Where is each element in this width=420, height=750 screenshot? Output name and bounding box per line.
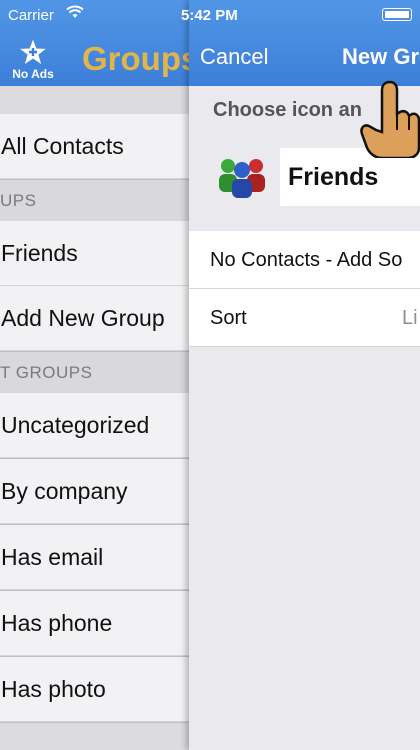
list-item[interactable]: Uncategorized [0, 393, 190, 458]
add-contacts-row[interactable]: No Contacts - Add So [189, 231, 420, 289]
spacer [0, 723, 190, 750]
tap-hand-icon [360, 78, 420, 163]
star-icon [20, 39, 46, 64]
list-item-friends[interactable]: Friends [0, 221, 190, 286]
sort-row[interactable]: Sort Li [189, 289, 420, 347]
list-item[interactable]: Has email [0, 525, 190, 590]
no-ads-label: No Ads [12, 67, 54, 81]
wifi-icon [66, 5, 84, 23]
page-title: Groups [82, 40, 200, 77]
cancel-button[interactable]: Cancel [200, 44, 268, 70]
add-new-group-row[interactable]: Add New Group [0, 286, 190, 351]
people-icon [219, 159, 265, 198]
battery-icon [382, 8, 412, 21]
spacer [0, 86, 190, 114]
no-ads-button[interactable]: No Ads [8, 39, 58, 81]
list-item[interactable]: Has photo [0, 657, 190, 722]
groups-panel: No Ads Groups All Contacts UPS Friends A… [0, 0, 199, 750]
section-header: UPS [0, 180, 190, 221]
sort-label: Sort [210, 307, 247, 329]
choose-icon-label: Choose icon an [213, 99, 362, 121]
section-header: T GROUPS [0, 352, 190, 393]
list-item[interactable]: Has phone [0, 591, 190, 656]
add-contacts-label: No Contacts - Add So [210, 249, 403, 271]
list-item[interactable]: By company [0, 459, 190, 524]
status-bar: Carrier 5:42 PM [0, 0, 420, 30]
sort-value: Li [402, 307, 418, 329]
carrier-label: Carrier [8, 7, 54, 24]
new-group-title: New Gro [342, 44, 420, 69]
clock: 5:42 PM [181, 7, 238, 24]
list-item-all-contacts[interactable]: All Contacts [0, 114, 190, 179]
group-icon-picker[interactable] [213, 150, 273, 200]
